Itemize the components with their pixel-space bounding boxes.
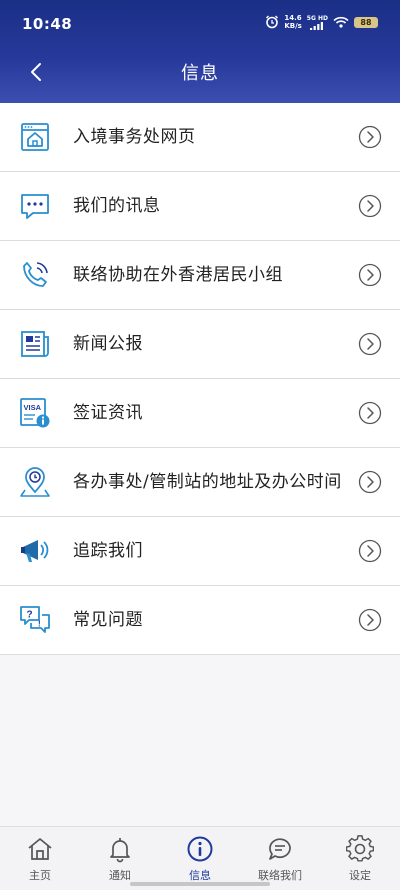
home-indicator[interactable] bbox=[130, 882, 270, 886]
nav-settings[interactable]: 设定 bbox=[320, 827, 400, 890]
info-menu-list: 入境事务处网页 我们的讯息 联络协助在外香港居民小组 新闻公报 VISA 签证资… bbox=[0, 103, 400, 655]
svg-text:?: ? bbox=[27, 610, 33, 621]
nav-home[interactable]: 主页 bbox=[0, 827, 80, 890]
menu-item-faq[interactable]: ? ! 常见问题 bbox=[0, 586, 400, 655]
home-icon bbox=[28, 838, 52, 860]
nav-label: 设定 bbox=[349, 869, 371, 882]
location-clock-icon bbox=[20, 467, 50, 497]
signal-icon bbox=[310, 21, 324, 30]
battery-indicator: 88 bbox=[354, 16, 378, 28]
phone-call-icon bbox=[23, 262, 48, 287]
megaphone-icon bbox=[21, 540, 49, 562]
chat-bubble-icon bbox=[21, 194, 49, 219]
menu-item-label: 我们的讯息 bbox=[73, 196, 161, 216]
wifi-icon bbox=[333, 16, 349, 28]
contact-chat-icon bbox=[269, 838, 291, 860]
visa-info-icon: VISA bbox=[20, 398, 50, 428]
network-type-label: 5G HD bbox=[306, 14, 328, 22]
status-time: 10:48 bbox=[22, 15, 73, 33]
menu-item-our-messages[interactable]: 我们的讯息 bbox=[0, 172, 400, 241]
menu-item-label: 追踪我们 bbox=[73, 541, 143, 561]
nav-label: 通知 bbox=[109, 869, 131, 882]
gear-icon bbox=[346, 835, 374, 862]
faq-bubbles-icon: ? ! bbox=[20, 606, 50, 633]
menu-item-label: 联络协助在外香港居民小组 bbox=[73, 265, 283, 285]
menu-item-assistance-overseas[interactable]: 联络协助在外香港居民小组 bbox=[0, 241, 400, 310]
nav-label: 主页 bbox=[29, 869, 51, 882]
network-speed: 14.6 KB/s bbox=[284, 14, 301, 30]
menu-item-immigration-website[interactable]: 入境事务处网页 bbox=[0, 103, 400, 172]
info-icon bbox=[187, 836, 213, 862]
nav-contact-us[interactable]: 联络我们 bbox=[240, 827, 320, 890]
status-icons: 14.6 KB/s 5G HD 88 bbox=[265, 14, 378, 30]
network-type: 5G HD bbox=[307, 15, 328, 30]
app-header: 10:48 14.6 KB/s 5G HD 88 信息 bbox=[0, 0, 400, 103]
menu-item-label: 入境事务处网页 bbox=[73, 127, 196, 147]
menu-item-label: 常见问题 bbox=[73, 610, 143, 630]
nav-label: 信息 bbox=[189, 869, 211, 882]
nav-notifications[interactable]: 通知 bbox=[80, 827, 160, 890]
bottom-navigation: 主页 通知 信息 联络我们 设定 bbox=[0, 826, 400, 890]
menu-item-visa-information[interactable]: VISA 签证资讯 bbox=[0, 379, 400, 448]
browser-home-icon bbox=[21, 123, 49, 151]
chevron-right-circle-icon bbox=[358, 332, 382, 356]
menu-item-label: 各办事处/管制站的地址及办公时间 bbox=[73, 472, 342, 492]
newspaper-icon bbox=[21, 331, 49, 357]
svg-text:VISA: VISA bbox=[24, 403, 42, 412]
chevron-right-circle-icon bbox=[358, 401, 382, 425]
svg-text:!: ! bbox=[38, 620, 41, 629]
status-bar: 10:48 14.6 KB/s 5G HD 88 bbox=[0, 0, 400, 46]
chevron-right-circle-icon bbox=[358, 263, 382, 287]
page-title: 信息 bbox=[181, 63, 219, 84]
chevron-right-circle-icon bbox=[358, 608, 382, 632]
chevron-right-circle-icon bbox=[358, 125, 382, 149]
menu-item-office-addresses-hours[interactable]: 各办事处/管制站的地址及办公时间 bbox=[0, 448, 400, 517]
menu-item-label: 新闻公报 bbox=[73, 334, 143, 354]
alarm-icon bbox=[266, 15, 279, 29]
chevron-right-circle-icon bbox=[358, 470, 382, 494]
nav-label: 联络我们 bbox=[258, 869, 302, 882]
menu-item-follow-us[interactable]: 追踪我们 bbox=[0, 517, 400, 586]
nav-information[interactable]: 信息 bbox=[160, 827, 240, 890]
network-speed-value: 14.6 bbox=[284, 14, 302, 22]
chevron-right-circle-icon bbox=[358, 194, 382, 218]
chevron-right-circle-icon bbox=[358, 539, 382, 563]
menu-item-press-releases[interactable]: 新闻公报 bbox=[0, 310, 400, 379]
bell-icon bbox=[110, 838, 130, 863]
menu-item-label: 签证资讯 bbox=[73, 403, 143, 423]
network-speed-unit: KB/s bbox=[284, 22, 302, 30]
